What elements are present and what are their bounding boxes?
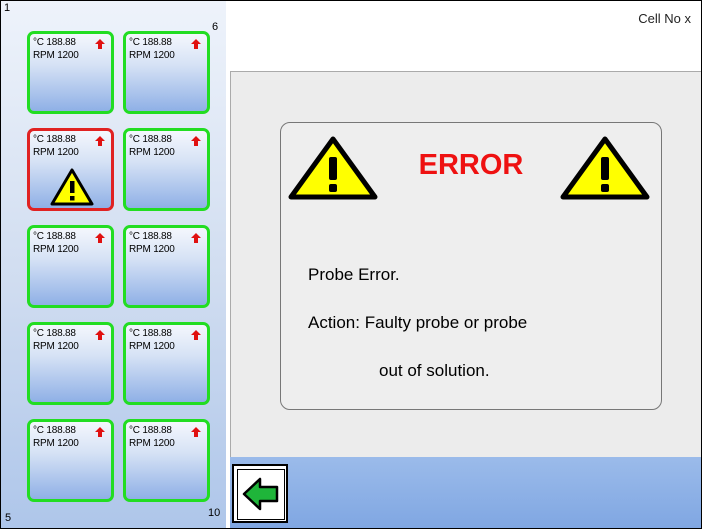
corner-number-top-left: 1 <box>4 2 11 14</box>
cell-temperature: °C 188.88 <box>33 134 76 145</box>
cell-temperature: °C 188.88 <box>129 37 172 48</box>
arrow-left-icon <box>242 477 279 511</box>
cell-tile[interactable]: °C 188.88 RPM 1200 <box>123 31 210 114</box>
cell-rpm: RPM 1200 <box>33 50 79 61</box>
cell-tile[interactable]: °C 188.88 RPM 1200 <box>27 225 114 308</box>
error-message: Probe Error. <box>308 265 400 284</box>
cell-tile[interactable]: °C 188.88 RPM 1200 <box>123 322 210 405</box>
cell-temperature: °C 188.88 <box>33 328 76 339</box>
back-button-frame <box>237 469 285 520</box>
cell-number-label: Cell No x <box>638 11 691 26</box>
cell-tile[interactable]: °C 188.88 RPM 1200 <box>123 225 210 308</box>
cell-rpm: RPM 1200 <box>129 147 175 158</box>
cell-temperature: °C 188.88 <box>33 231 76 242</box>
cell-tile[interactable]: °C 188.88 RPM 1200 <box>27 31 114 114</box>
cell-tile[interactable]: °C 188.88 RPM 1200 <box>123 128 210 211</box>
arrow-up-icon <box>191 330 201 340</box>
cell-temperature: °C 188.88 <box>33 425 76 436</box>
corner-number-bottom-left: 5 <box>5 512 12 524</box>
corner-number-top-right: 6 <box>212 21 219 33</box>
error-action: Action: Faulty probe or probe <box>308 313 528 332</box>
cell-temperature: °C 188.88 <box>129 231 172 242</box>
arrow-up-icon <box>95 330 105 340</box>
cell-tile[interactable]: °C 188.88 RPM 1200 <box>27 419 114 502</box>
cell-temperature: °C 188.88 <box>33 37 76 48</box>
cell-rpm: RPM 1200 <box>33 341 79 352</box>
cell-temperature: °C 188.88 <box>129 425 172 436</box>
cell-temperature: °C 188.88 <box>129 134 172 145</box>
back-button[interactable] <box>232 464 288 523</box>
cell-rpm: RPM 1200 <box>129 50 175 61</box>
cell-rpm: RPM 1200 <box>33 147 79 158</box>
warning-icon <box>50 168 94 206</box>
warning-icon <box>560 136 650 200</box>
cell-rpm: RPM 1200 <box>129 438 175 449</box>
cell-rpm: RPM 1200 <box>129 244 175 255</box>
app-window: 1 6 5 10 °C 188.88 RPM 1200 °C 188.88 RP… <box>0 0 702 529</box>
cell-rpm: RPM 1200 <box>33 438 79 449</box>
detail-panel: ERROR Probe Error. Action: Faulty probe … <box>230 71 701 458</box>
arrow-up-icon <box>95 39 105 49</box>
cell-tile[interactable]: °C 188.88 RPM 1200 <box>27 322 114 405</box>
cell-tile-error[interactable]: °C 188.88 RPM 1200 <box>27 128 114 211</box>
error-action-continued: out of solution. <box>379 361 490 380</box>
arrow-up-icon <box>191 427 201 437</box>
arrow-up-icon <box>95 233 105 243</box>
arrow-up-icon <box>191 39 201 49</box>
cell-temperature: °C 188.88 <box>129 328 172 339</box>
bottom-bar <box>230 457 701 528</box>
arrow-up-icon <box>191 233 201 243</box>
cell-rpm: RPM 1200 <box>33 244 79 255</box>
cell-rpm: RPM 1200 <box>129 341 175 352</box>
cell-tile[interactable]: °C 188.88 RPM 1200 <box>123 419 210 502</box>
arrow-up-icon <box>95 136 105 146</box>
error-dialog: ERROR Probe Error. Action: Faulty probe … <box>280 122 662 410</box>
cell-panel: 1 6 5 10 °C 188.88 RPM 1200 °C 188.88 RP… <box>1 1 226 528</box>
arrow-up-icon <box>191 136 201 146</box>
arrow-up-icon <box>95 427 105 437</box>
corner-number-bottom-right: 10 <box>208 507 221 519</box>
